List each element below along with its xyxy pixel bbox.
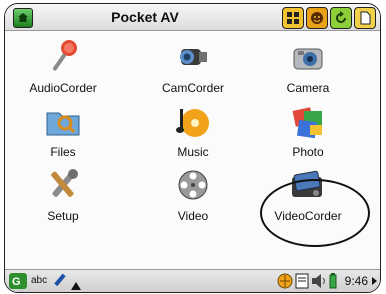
files-icon bbox=[46, 112, 80, 136]
app-label: Photo bbox=[292, 145, 324, 159]
refresh-icon[interactable] bbox=[330, 7, 352, 29]
app-item-videocorder[interactable]: VideoCorder bbox=[253, 159, 363, 223]
page-icon[interactable] bbox=[354, 7, 376, 29]
network-icon[interactable] bbox=[277, 273, 293, 292]
app-item-audiocorder[interactable]: AudioCorder bbox=[8, 31, 118, 95]
app-label: Files bbox=[50, 145, 76, 159]
keyboard-toggle-icon[interactable] bbox=[71, 277, 81, 292]
app-label: Music bbox=[177, 145, 209, 159]
app-item-files[interactable]: Files bbox=[8, 95, 118, 159]
battery-icon bbox=[329, 273, 337, 292]
grid-view-icon[interactable] bbox=[282, 7, 304, 29]
app-item-video[interactable]: Video bbox=[138, 159, 248, 223]
videocorder-icon bbox=[292, 170, 322, 197]
app-label: CamCorder bbox=[161, 81, 224, 95]
tools-icon bbox=[51, 169, 78, 197]
app-label: AudioCorder bbox=[29, 81, 97, 95]
app-menu-icon[interactable]: G bbox=[9, 273, 27, 292]
music-icon bbox=[176, 109, 209, 137]
app-item-setup[interactable]: Setup bbox=[8, 159, 118, 223]
title-bar: Pocket AV bbox=[5, 4, 380, 31]
smiley-icon[interactable] bbox=[306, 7, 328, 29]
app-item-camera[interactable]: Camera bbox=[253, 31, 363, 95]
app-label: Setup bbox=[47, 209, 79, 223]
page-title: Pocket AV bbox=[111, 9, 179, 25]
clock-text: 9:46 bbox=[344, 274, 368, 288]
input-mode-label[interactable]: abc bbox=[31, 275, 47, 286]
app-item-camcorder[interactable]: CamCorder bbox=[138, 31, 248, 95]
svg-text:G: G bbox=[12, 276, 21, 288]
app-item-music[interactable]: Music bbox=[138, 95, 248, 159]
photo-icon bbox=[292, 107, 322, 139]
device-screen: Pocket AV AudioCorder CamCorder Camera F… bbox=[4, 3, 381, 293]
film-reel-icon bbox=[178, 170, 208, 200]
app-label: VideoCorder bbox=[274, 209, 342, 223]
microphone-icon bbox=[52, 40, 77, 71]
app-label: Camera bbox=[286, 81, 330, 95]
status-expand-icon[interactable] bbox=[372, 277, 377, 285]
camcorder-icon bbox=[180, 49, 207, 65]
app-label: Video bbox=[177, 209, 209, 223]
speaker-icon[interactable] bbox=[311, 273, 327, 292]
camera-icon bbox=[293, 48, 323, 70]
app-item-photo[interactable]: Photo bbox=[253, 95, 363, 159]
pen-icon[interactable] bbox=[51, 273, 67, 292]
toolbar-buttons bbox=[282, 7, 376, 29]
document-icon[interactable] bbox=[295, 273, 309, 292]
status-bar: G abc 9:46 bbox=[5, 269, 380, 292]
